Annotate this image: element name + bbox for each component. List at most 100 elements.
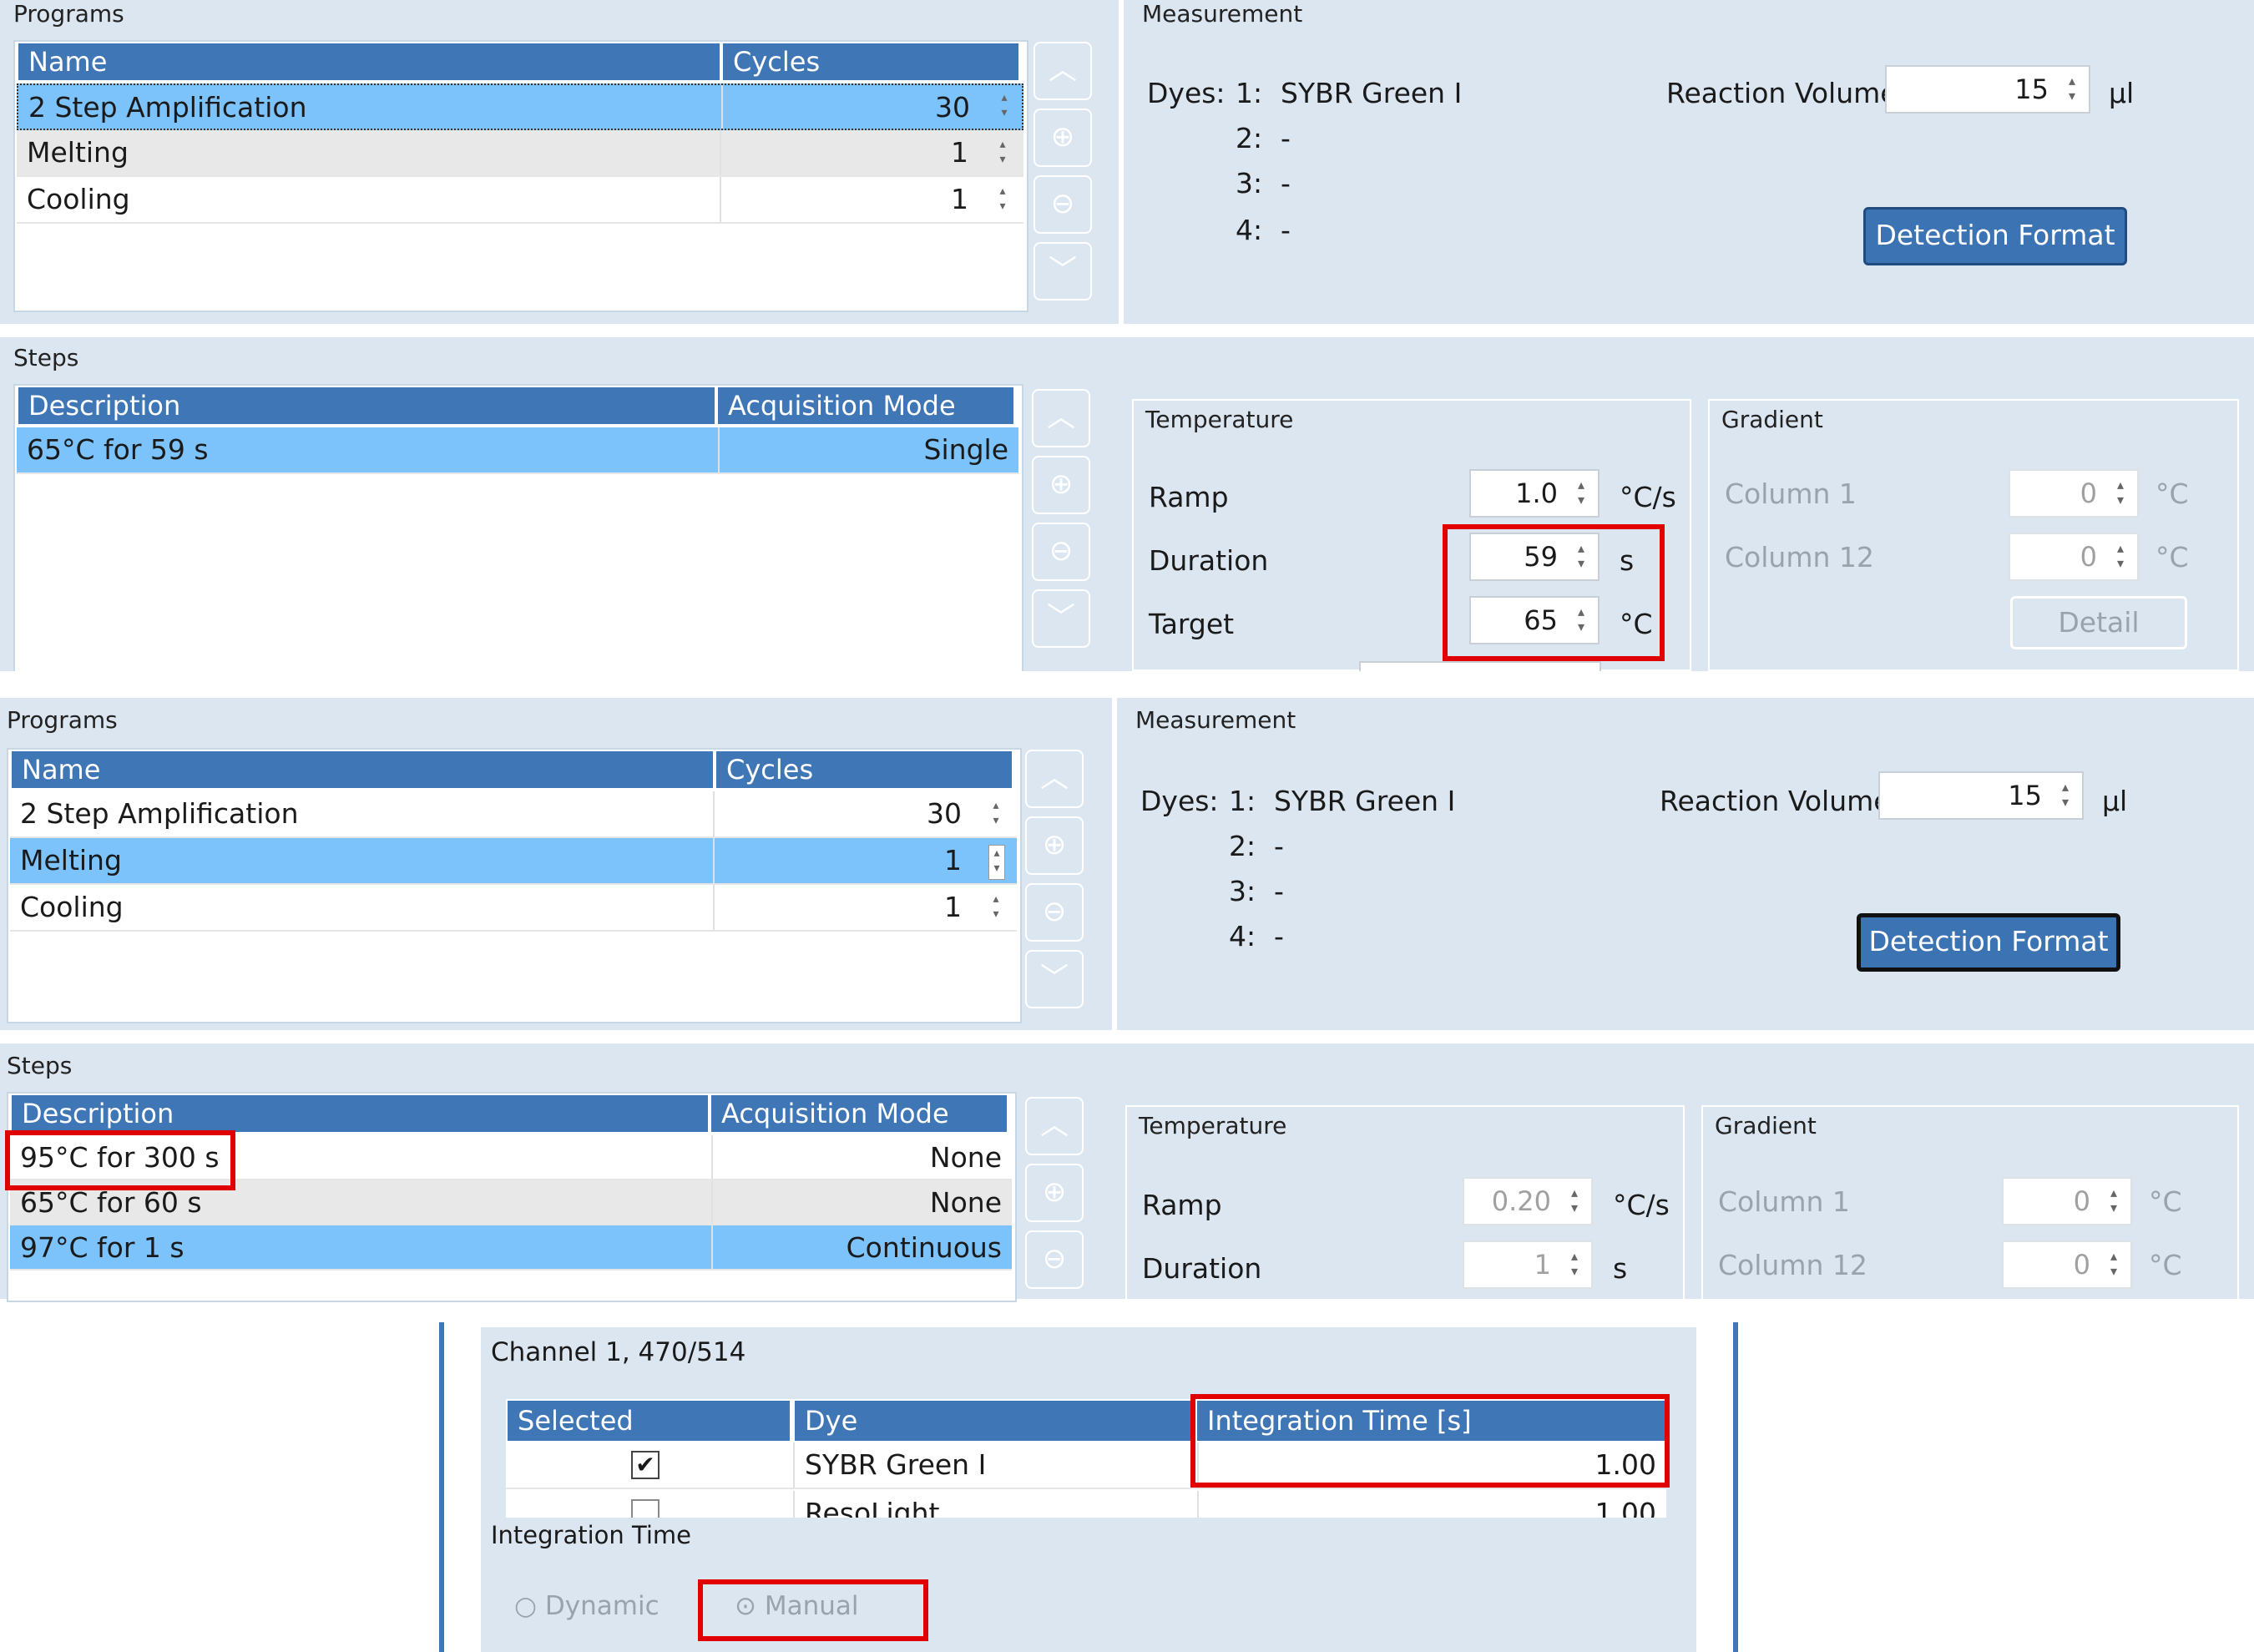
col-header-acquisition-mode[interactable]: Acquisition Mode (711, 1095, 1008, 1132)
column12-value: 0 (2073, 1249, 2090, 1281)
move-up-button[interactable]: ︿ (1032, 389, 1090, 447)
table-row[interactable]: Cooling 1 ▴ ▾ (10, 885, 1017, 932)
column12-unit: °C (2149, 1249, 2182, 1281)
gradient-label: Gradient (1715, 1112, 1817, 1139)
table-row[interactable]: 2 Step Amplification 30 ▴ ▾ (10, 791, 1017, 838)
table-row[interactable]: Melting 1 ▴ ▾ (10, 838, 1017, 885)
program-name: Cooling (27, 183, 130, 215)
spinner-icon[interactable]: ▴ ▾ (2110, 477, 2130, 508)
detection-format-button[interactable]: Detection Format (1863, 207, 2127, 265)
step-mode[interactable]: None (711, 1135, 1012, 1179)
move-up-button[interactable]: ︿ (1025, 750, 1084, 808)
checkbox-unchecked[interactable] (631, 1499, 660, 1518)
highlight-box (698, 1579, 928, 1641)
col-header-cycles[interactable]: Cycles (723, 43, 1020, 80)
move-down-button[interactable]: ﹀ (1025, 950, 1084, 1008)
col-header-acquisition-mode[interactable]: Acquisition Mode (718, 387, 1015, 424)
cycles-spinner[interactable]: ▴ ▾ (997, 90, 1012, 124)
dynamic-label: Dynamic (544, 1591, 660, 1621)
program-name: 2 Step Amplification (28, 91, 307, 124)
program-cycles[interactable]: 1 (720, 130, 978, 175)
program-cycles[interactable]: 1 (713, 885, 972, 930)
add-step-button[interactable]: ⊕ (1032, 456, 1090, 514)
move-down-button[interactable]: ﹀ (1034, 242, 1092, 301)
move-up-button[interactable]: ︿ (1034, 42, 1092, 100)
col-header-dye[interactable]: Dye (795, 1401, 1194, 1441)
remove-program-button[interactable]: ⊖ (1025, 883, 1084, 942)
cycles-spinner[interactable]: ▴ ▾ (995, 184, 1010, 217)
dye-name: - (1281, 214, 1291, 246)
column1-input[interactable]: 0 ▴ ▾ (2009, 469, 2139, 518)
step-description: 65°C for 59 s (27, 433, 209, 466)
spinner-icon[interactable]: ▴ ▾ (1564, 1249, 1584, 1279)
spinner-icon[interactable]: ▴ ▾ (2104, 1249, 2124, 1279)
ramp-input[interactable]: 1.0 ▴ ▾ (1469, 469, 1600, 518)
dye-num: 4: (1236, 214, 1263, 246)
program-name: Melting (27, 136, 129, 169)
spinner-icon[interactable]: ▴ ▾ (1571, 477, 1591, 508)
column12-input[interactable]: 0 ▴ ▾ (2002, 1240, 2132, 1289)
program-cycles[interactable]: 1 (713, 838, 972, 883)
dynamic-radio[interactable]: ○ Dynamic (514, 1591, 660, 1621)
detail-button[interactable]: Detail (2010, 596, 2187, 649)
move-up-button[interactable]: ︿ (1025, 1097, 1084, 1155)
ramp-input[interactable]: 0.20 ▴ ▾ (1463, 1177, 1593, 1225)
col-header-name[interactable]: Name (18, 43, 721, 80)
program-cycles[interactable]: 30 (713, 791, 972, 836)
step-mode[interactable]: None (711, 1180, 1012, 1224)
step-mode[interactable]: Single (718, 427, 1018, 472)
checkbox-checked[interactable]: ✔ (631, 1451, 660, 1479)
detection-format-button[interactable]: Detection Format (1857, 913, 2120, 972)
table-row[interactable]: 97°C for 1 s Continuous (10, 1225, 1012, 1271)
add-program-button[interactable]: ⊕ (1025, 816, 1084, 875)
programs-label: Programs (13, 0, 124, 28)
column1-input[interactable]: 0 ▴ ▾ (2002, 1177, 2132, 1225)
col-header-cycles[interactable]: Cycles (716, 751, 1013, 788)
spinner-icon[interactable]: ▴ ▾ (2104, 1185, 2124, 1215)
remove-step-button[interactable]: ⊖ (1025, 1230, 1084, 1289)
col-header-description[interactable]: Description (18, 387, 716, 424)
cycles-spinner[interactable]: ▴ ▾ (988, 845, 1005, 880)
program-name: Melting (20, 844, 122, 877)
program-cycles[interactable]: 1 (720, 177, 978, 222)
step-mode[interactable]: Continuous (711, 1225, 1012, 1269)
table-row[interactable]: 2 Step Amplification 30 ▴ ▾ (17, 83, 1023, 130)
col-header-name[interactable]: Name (12, 751, 715, 788)
duration-input[interactable]: 1 ▴ ▾ (1463, 1240, 1593, 1289)
program-name: 2 Step Amplification (20, 797, 299, 830)
spinner-icon[interactable]: ▴ ▾ (1564, 1185, 1584, 1215)
add-step-button[interactable]: ⊕ (1025, 1164, 1084, 1222)
reaction-volume-input[interactable]: 15 ▴ ▾ (1878, 771, 2084, 820)
remove-program-button[interactable]: ⊖ (1034, 175, 1092, 234)
col-header-description[interactable]: Description (12, 1095, 710, 1132)
col-header-selected[interactable]: Selected (508, 1401, 791, 1441)
programs-table: Name Cycles 2 Step Amplification 30 ▴ ▾ M… (7, 748, 1022, 1023)
cycles-spinner[interactable]: ▴ ▾ (988, 892, 1003, 925)
program-cycles[interactable]: 30 (721, 85, 980, 129)
table-row[interactable]: ResoLight 1.00 (506, 1491, 1666, 1518)
table-row[interactable]: Cooling 1 ▴ ▾ (17, 177, 1023, 224)
add-program-button[interactable]: ⊕ (1034, 109, 1092, 167)
move-down-button[interactable]: ﹀ (1032, 589, 1090, 648)
reaction-volume-input[interactable]: 15 ▴ ▾ (1885, 65, 2090, 114)
cycles-spinner[interactable]: ▴ ▾ (988, 798, 1003, 831)
dye-num: 4: (1229, 920, 1256, 952)
integration-time-value[interactable]: 1.00 (1197, 1491, 1666, 1518)
measurement-label: Measurement (1142, 0, 1303, 28)
reaction-volume-label: Reaction Volume (1666, 77, 1898, 109)
cycles-spinner[interactable]: ▴ ▾ (995, 137, 1010, 170)
steps-label: Steps (7, 1052, 73, 1079)
column1-label: Column 1 (1725, 477, 1857, 510)
table-row[interactable]: 65°C for 59 s Single (17, 427, 1018, 474)
steps-label: Steps (13, 344, 79, 371)
remove-step-button[interactable]: ⊖ (1032, 523, 1090, 581)
spinner-icon[interactable]: ▴ ▾ (2055, 780, 2075, 810)
spinner-icon[interactable]: ▴ ▾ (2110, 541, 2130, 571)
dye-name: - (1274, 920, 1284, 952)
column12-input[interactable]: 0 ▴ ▾ (2009, 533, 2139, 581)
spinner-icon[interactable]: ▴ ▾ (2062, 73, 2082, 104)
table-row[interactable]: Melting 1 ▴ ▾ (17, 130, 1023, 177)
column1-unit: °C (2155, 477, 2189, 510)
highlight-box (5, 1130, 235, 1190)
reaction-volume-unit: µl (2102, 785, 2128, 817)
